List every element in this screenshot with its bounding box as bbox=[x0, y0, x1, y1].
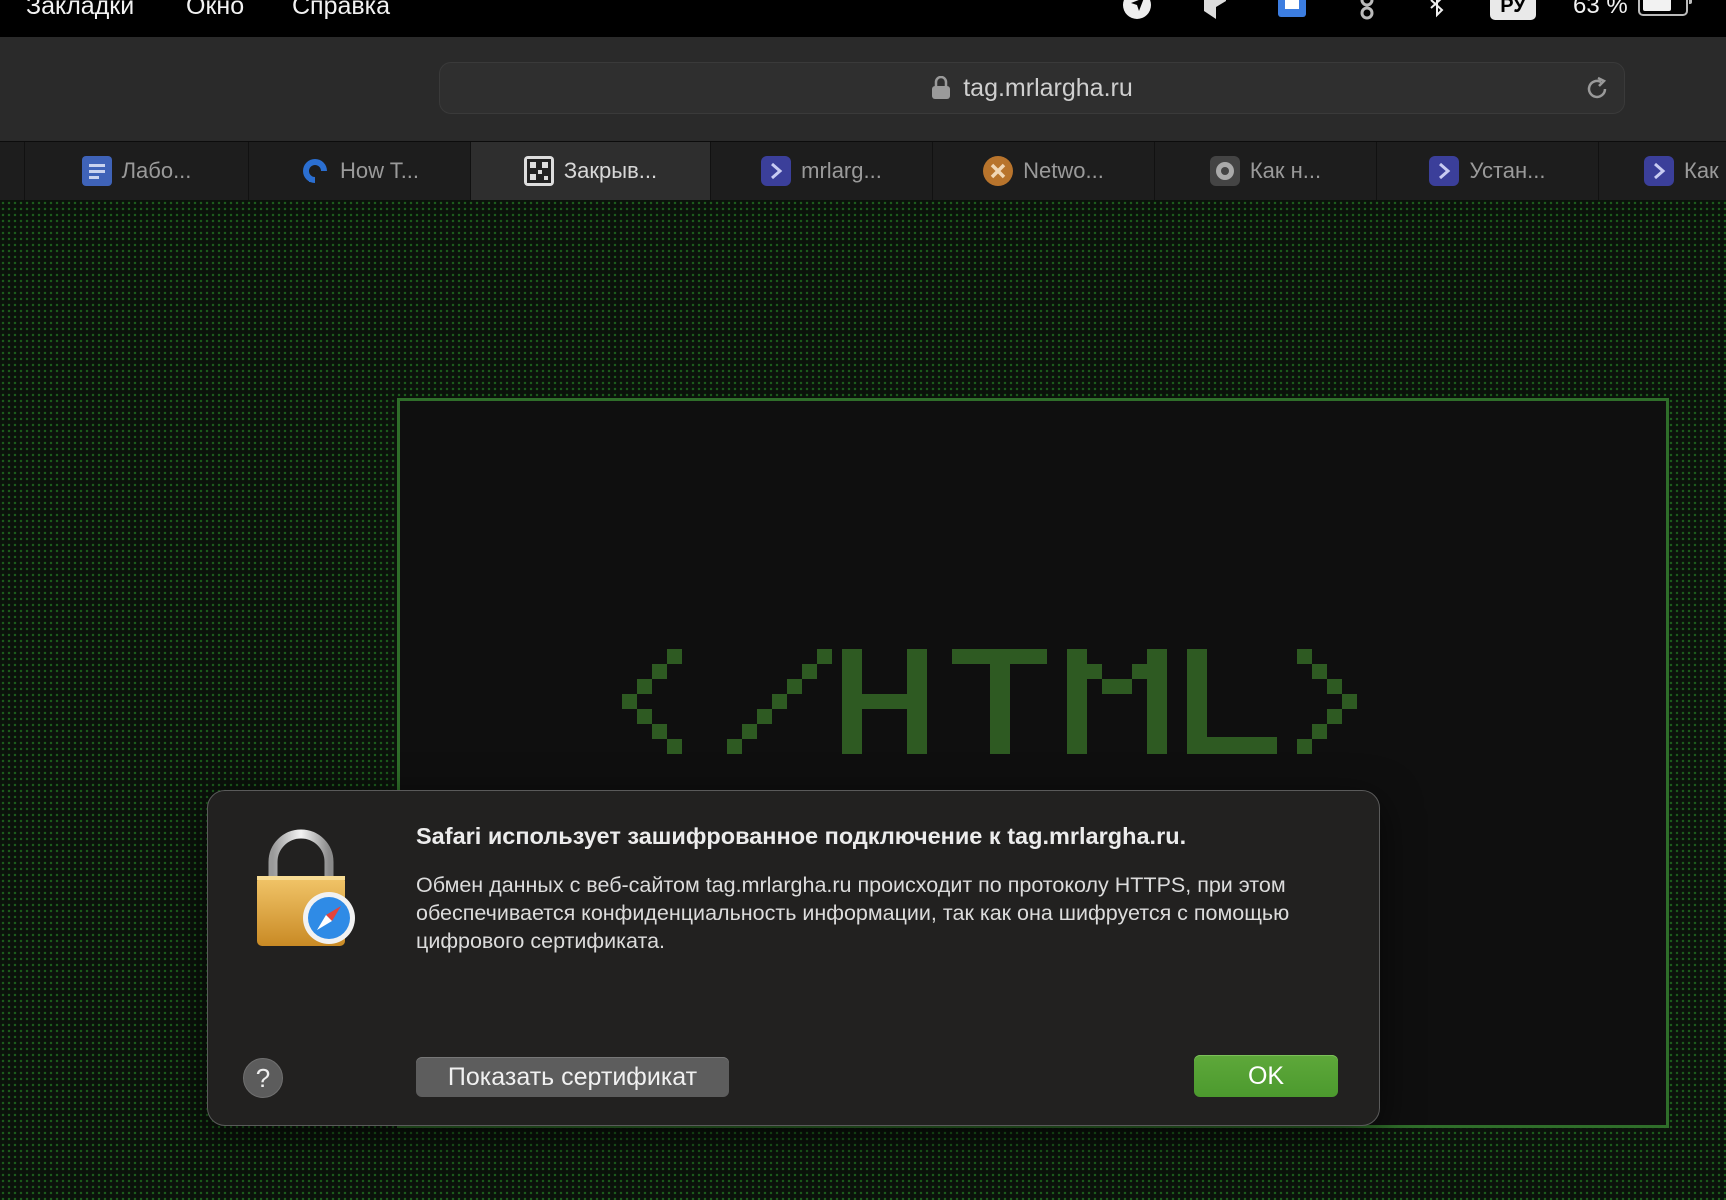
tab[interactable]: Лабо... bbox=[24, 142, 248, 200]
vpn-icon[interactable] bbox=[1200, 0, 1230, 22]
tab-label: Лабо... bbox=[121, 158, 192, 183]
dialog-title: Safari использует зашифрованное подключе… bbox=[416, 823, 1187, 849]
gear-site-icon bbox=[1209, 156, 1240, 186]
url-text: tag.mrlargha.ru bbox=[963, 73, 1133, 102]
menu-window[interactable]: Окно bbox=[186, 0, 244, 21]
show-certificate-button[interactable]: Показать сертификат bbox=[416, 1057, 729, 1097]
x-icon bbox=[983, 156, 1014, 186]
tab-active[interactable]: Закрыв... bbox=[470, 142, 710, 200]
menu-bar: Закладки Окно Справка РУ 63 % bbox=[0, 0, 1726, 37]
address-bar[interactable]: tag.mrlargha.ru bbox=[439, 62, 1625, 114]
menu-bookmarks[interactable]: Закладки bbox=[26, 0, 134, 21]
digitalocean-icon bbox=[300, 156, 330, 186]
location-icon[interactable] bbox=[1122, 0, 1152, 22]
control-icon[interactable] bbox=[1352, 0, 1382, 22]
tab[interactable]: Как н... bbox=[1154, 142, 1376, 200]
tab-label: Как н... bbox=[1249, 158, 1322, 183]
ok-button[interactable]: OK bbox=[1194, 1055, 1338, 1097]
menu-help[interactable]: Справка bbox=[292, 0, 390, 21]
tab-label: How T... bbox=[339, 158, 420, 183]
terminal-icon bbox=[1644, 156, 1674, 186]
tab-label: Netwo... bbox=[1023, 158, 1104, 183]
battery-percent: 63 % bbox=[1573, 0, 1628, 19]
tab[interactable]: mrlarg... bbox=[710, 142, 932, 200]
safari-lock-icon bbox=[257, 829, 355, 946]
reload-icon[interactable] bbox=[1584, 76, 1610, 102]
docs-icon bbox=[81, 156, 112, 186]
tab[interactable]: Netwo... bbox=[932, 142, 1154, 200]
app-tray-icon[interactable] bbox=[1277, 0, 1307, 22]
tab-label: Как bbox=[1684, 158, 1719, 183]
browser-toolbar: tag.mrlargha.ru bbox=[0, 37, 1726, 141]
help-button[interactable]: ? bbox=[243, 1058, 283, 1098]
terminal-icon bbox=[1429, 156, 1460, 186]
tab-bar: Лабо... How T... Закрыв... mrlarg... Net… bbox=[0, 141, 1726, 201]
tab[interactable]: How T... bbox=[248, 142, 470, 200]
terminal-icon bbox=[761, 156, 792, 186]
input-language-badge[interactable]: РУ bbox=[1490, 0, 1536, 20]
lock-icon[interactable] bbox=[931, 76, 951, 100]
security-info-dialog: Safari использует зашифрованное подключе… bbox=[207, 790, 1380, 1126]
html-logo bbox=[622, 649, 1357, 754]
bluetooth-icon[interactable] bbox=[1422, 0, 1452, 22]
battery-icon[interactable] bbox=[1638, 0, 1692, 16]
tab[interactable]: Как bbox=[1598, 142, 1726, 200]
tab-label: Закрыв... bbox=[563, 158, 658, 183]
tab[interactable]: Устан... bbox=[1376, 142, 1598, 200]
tab-label: Устан... bbox=[1469, 158, 1546, 183]
tab-label: mrlarg... bbox=[801, 158, 882, 183]
dialog-message: Обмен данных с веб-сайтом tag.mrlargha.r… bbox=[416, 873, 1290, 953]
qr-icon bbox=[523, 156, 554, 186]
